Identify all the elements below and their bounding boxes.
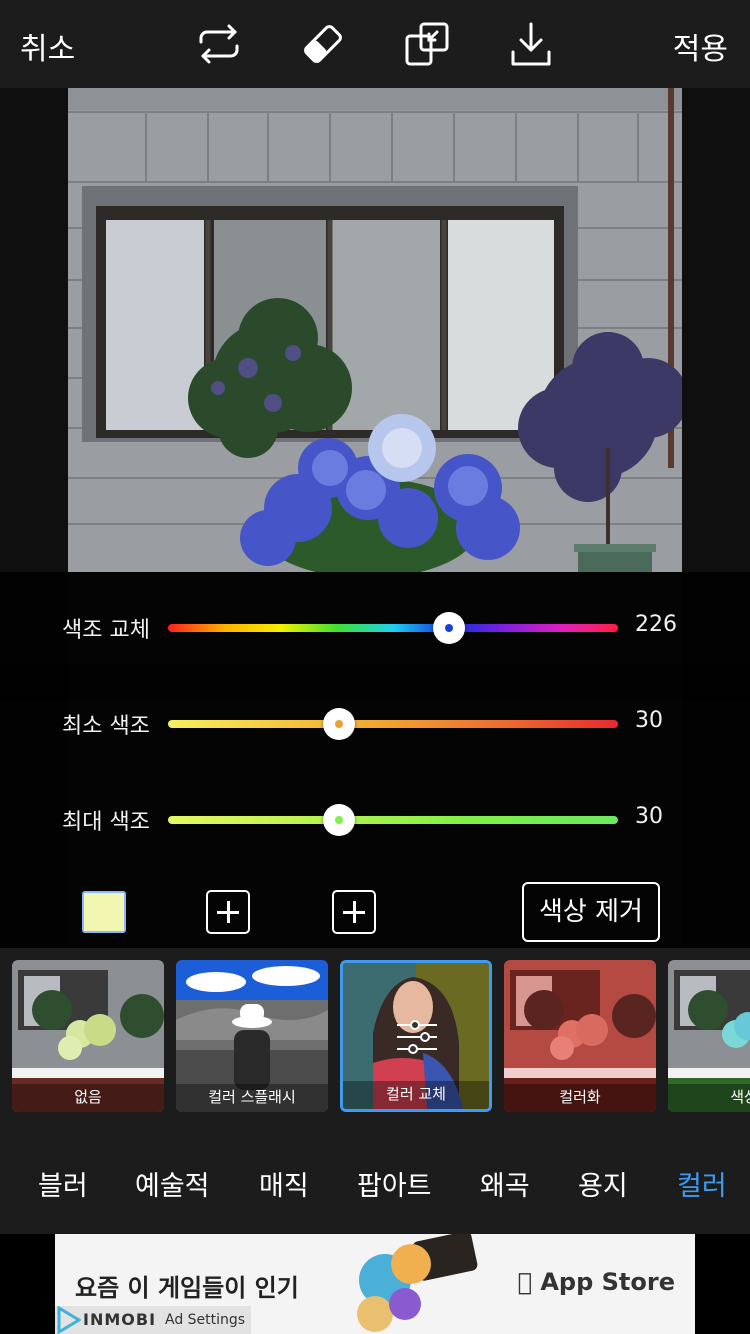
inmobi-brand: INMOBI [83, 1310, 157, 1329]
slider-track[interactable] [168, 816, 618, 824]
app-store-label: App Store [540, 1268, 675, 1296]
ad-settings-bar[interactable]: INMOBI Ad Settings [55, 1306, 251, 1334]
app-store-badge:  App Store [518, 1268, 675, 1296]
cancel-button[interactable]: 취소 [20, 24, 75, 68]
slider-knob[interactable] [323, 804, 355, 836]
hue-replace-slider[interactable]: 색조 교체 226 [0, 606, 750, 650]
ad-settings-link[interactable]: Ad Settings [165, 1312, 245, 1328]
inmobi-logo-icon [57, 1306, 81, 1334]
eraser-icon[interactable] [299, 20, 347, 68]
color-swatch[interactable] [82, 891, 126, 933]
filter-thumb-hue[interactable]: 색상 [668, 960, 750, 1112]
remove-color-button[interactable]: 색상 제거 [522, 882, 660, 942]
knob-dot [335, 720, 343, 728]
filter-label: 컬러화 [504, 1084, 656, 1112]
min-hue-slider[interactable]: 최소 색조 30 [0, 702, 750, 746]
category-color[interactable]: 컬러 [677, 1164, 727, 1203]
apply-button[interactable]: 적용 [673, 24, 728, 68]
slider-value: 30 [635, 804, 663, 829]
filter-label: 컬러 스플래시 [176, 1084, 328, 1112]
category-magic[interactable]: 매직 [259, 1164, 309, 1203]
filter-label: 컬러 교체 [343, 1081, 489, 1109]
knob-dot [445, 624, 454, 632]
category-blur[interactable]: 블러 [38, 1164, 88, 1203]
slider-label: 최소 색조 [62, 714, 150, 739]
filter-label: 없음 [12, 1084, 164, 1112]
filter-thumb-color-splash[interactable]: 컬러 스플래시 [176, 960, 328, 1112]
game-art-image [357, 1234, 478, 1332]
max-hue-slider[interactable]: 최대 색조 30 [0, 798, 750, 842]
slider-label: 최대 색조 [62, 810, 150, 835]
ad-banner[interactable]: 요즘 이 게임들이 인기  App Store INMOBI Ad Setti… [55, 1234, 695, 1334]
filter-thumb-colorize[interactable]: 컬러화 [504, 960, 656, 1112]
add-color-button[interactable] [206, 890, 250, 934]
compare-icon[interactable] [403, 20, 451, 68]
slider-knob[interactable] [433, 612, 466, 644]
slider-label: 색조 교체 [62, 618, 150, 643]
category-pop-art[interactable]: 팝아트 [357, 1164, 432, 1203]
ad-headline: 요즘 이 게임들이 인기 [75, 1274, 299, 1302]
swap-icon[interactable] [195, 20, 243, 68]
category-distort[interactable]: 왜곡 [480, 1164, 530, 1203]
category-artistic[interactable]: 예술적 [135, 1164, 210, 1203]
slider-value: 30 [635, 708, 663, 733]
slider-value: 226 [635, 612, 677, 637]
download-icon[interactable] [507, 20, 555, 68]
category-paper[interactable]: 용지 [578, 1164, 628, 1203]
filter-thumb-color-replace[interactable]: 컬러 교체 [340, 960, 492, 1112]
filter-thumb-none[interactable]: 없음 [12, 960, 164, 1112]
slider-track[interactable] [168, 720, 618, 728]
knob-dot [335, 816, 343, 824]
slider-track[interactable] [168, 624, 618, 632]
slider-knob[interactable] [323, 708, 355, 740]
filter-strip: 없음 컬러 스플래시 컬러 교체 컬러화 색 [0, 948, 750, 1124]
panel-divider [0, 664, 750, 700]
category-bar: 블러 예술적 매직 팝아트 왜곡 용지 컬러 [0, 1124, 750, 1234]
apple-icon:  [518, 1268, 532, 1296]
filter-label: 색상 [668, 1084, 750, 1112]
top-toolbar: 취소 적용 [0, 0, 750, 88]
add-color-button[interactable] [332, 890, 376, 934]
